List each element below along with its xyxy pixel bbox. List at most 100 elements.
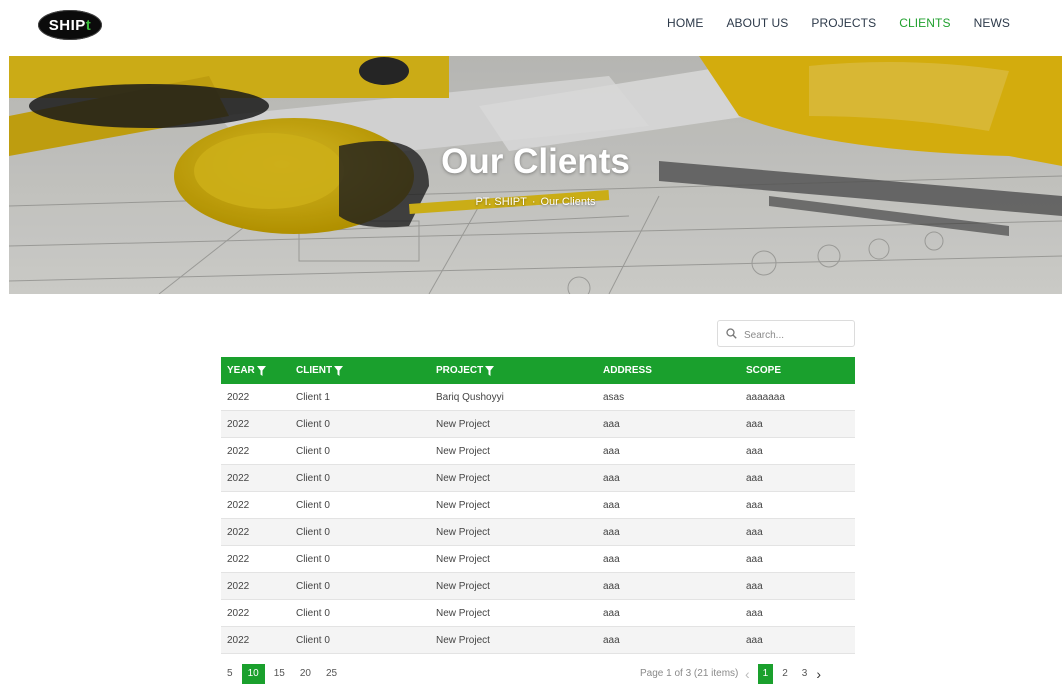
breadcrumb-current: Our Clients	[540, 196, 596, 208]
cell-client: Client 0	[296, 499, 330, 511]
page-size-option[interactable]: 20	[294, 664, 317, 684]
nav-news[interactable]: NEWS	[974, 16, 1010, 30]
site-logo[interactable]: SHIPt	[38, 10, 102, 40]
table-row[interactable]: 2022 Client 0 New Project aaa aaa	[221, 465, 855, 492]
cell-scope: aaa	[746, 580, 763, 592]
page-size-selector: 5 10 15 20 25	[221, 664, 346, 684]
page-size-option[interactable]: 25	[320, 664, 343, 684]
cell-year: 2022	[227, 634, 250, 646]
breadcrumb-home[interactable]: PT. SHIPT	[475, 196, 526, 208]
cell-address: asas	[603, 391, 625, 403]
table-row[interactable]: 2022 Client 0 New Project aaa aaa	[221, 573, 855, 600]
cell-scope: aaaaaaa	[746, 391, 785, 403]
nav-about-us[interactable]: ABOUT US	[726, 16, 788, 30]
table-row[interactable]: 2022 Client 0 New Project aaa aaa	[221, 492, 855, 519]
column-header-year[interactable]: YEAR	[221, 365, 290, 376]
cell-scope: aaa	[746, 553, 763, 565]
cell-project: New Project	[436, 553, 490, 565]
cell-address: aaa	[603, 580, 620, 592]
column-header-project[interactable]: PROJECT	[430, 365, 597, 376]
breadcrumb: PT. SHIPT · Our Clients	[9, 196, 1062, 208]
site-header: SHIPt HOME ABOUT US PROJECTS CLIENTS NEW…	[0, 0, 1062, 50]
cell-client: Client 0	[296, 418, 330, 430]
hero-banner: Our Clients PT. SHIPT · Our Clients	[9, 56, 1062, 294]
clients-table: YEAR CLIENT PROJECT ADDRESS SCOPE 2022 C…	[221, 357, 855, 654]
cell-year: 2022	[227, 553, 250, 565]
table-row[interactable]: 2022 Client 1 Bariq Qushoyyi asas aaaaaa…	[221, 384, 855, 411]
cell-year: 2022	[227, 472, 250, 484]
page-info: Page 1 of 3 (21 items)	[640, 668, 739, 679]
cell-address: aaa	[603, 472, 620, 484]
page-number[interactable]: 3	[797, 664, 813, 684]
nav-projects[interactable]: PROJECTS	[811, 16, 876, 30]
table-header: YEAR CLIENT PROJECT ADDRESS SCOPE	[221, 357, 855, 384]
table-row[interactable]: 2022 Client 0 New Project aaa aaa	[221, 519, 855, 546]
cell-year: 2022	[227, 526, 250, 538]
cell-address: aaa	[603, 634, 620, 646]
cell-address: aaa	[603, 526, 620, 538]
cell-project: New Project	[436, 634, 490, 646]
chevron-right-icon[interactable]: ›	[812, 664, 825, 684]
cell-project: Bariq Qushoyyi	[436, 391, 504, 403]
filter-icon[interactable]	[256, 365, 266, 376]
chevron-left-icon[interactable]: ‹	[741, 664, 754, 684]
cell-year: 2022	[227, 391, 250, 403]
breadcrumb-separator: ·	[531, 196, 536, 208]
cell-project: New Project	[436, 580, 490, 592]
page-title: Our Clients	[441, 142, 630, 181]
table-row[interactable]: 2022 Client 0 New Project aaa aaa	[221, 627, 855, 654]
cell-client: Client 0	[296, 445, 330, 457]
page-size-option[interactable]: 5	[221, 664, 239, 684]
cell-year: 2022	[227, 445, 250, 457]
search-input[interactable]	[742, 325, 852, 345]
cell-scope: aaa	[746, 418, 763, 430]
page-navigation: ‹ 1 2 3 ›	[741, 664, 825, 684]
table-body: 2022 Client 1 Bariq Qushoyyi asas aaaaaa…	[221, 384, 855, 654]
cell-client: Client 0	[296, 472, 330, 484]
cell-project: New Project	[436, 418, 490, 430]
cell-scope: aaa	[746, 526, 763, 538]
cell-year: 2022	[227, 607, 250, 619]
cell-scope: aaa	[746, 445, 763, 457]
cell-client: Client 0	[296, 580, 330, 592]
nav-clients[interactable]: CLIENTS	[899, 16, 950, 30]
cell-project: New Project	[436, 499, 490, 511]
cell-scope: aaa	[746, 472, 763, 484]
filter-icon[interactable]	[485, 365, 495, 376]
cell-address: aaa	[603, 445, 620, 457]
column-header-client[interactable]: CLIENT	[290, 365, 430, 376]
logo-text: SHIPt	[48, 16, 92, 34]
cell-project: New Project	[436, 472, 490, 484]
page-size-option[interactable]: 15	[268, 664, 291, 684]
nav-home[interactable]: HOME	[667, 16, 703, 30]
cell-address: aaa	[603, 418, 620, 430]
table-pager: 5 10 15 20 25 Page 1 of 3 (21 items) ‹ 1…	[221, 664, 855, 684]
cell-scope: aaa	[746, 634, 763, 646]
search-box[interactable]	[717, 320, 855, 347]
cell-client: Client 0	[296, 607, 330, 619]
cell-project: New Project	[436, 445, 490, 457]
column-header-scope[interactable]: SCOPE	[740, 365, 855, 376]
cell-project: New Project	[436, 526, 490, 538]
cell-client: Client 0	[296, 553, 330, 565]
cell-address: aaa	[603, 499, 620, 511]
column-header-address[interactable]: ADDRESS	[597, 365, 740, 376]
cell-year: 2022	[227, 580, 250, 592]
cell-project: New Project	[436, 607, 490, 619]
page-number-current[interactable]: 1	[757, 664, 774, 684]
main-nav: HOME ABOUT US PROJECTS CLIENTS NEWS	[644, 16, 1010, 30]
cell-address: aaa	[603, 553, 620, 565]
table-row[interactable]: 2022 Client 0 New Project aaa aaa	[221, 438, 855, 465]
table-row[interactable]: 2022 Client 0 New Project aaa aaa	[221, 411, 855, 438]
page-number[interactable]: 2	[777, 664, 793, 684]
cell-client: Client 1	[296, 391, 330, 403]
cell-scope: aaa	[746, 499, 763, 511]
table-row[interactable]: 2022 Client 0 New Project aaa aaa	[221, 546, 855, 573]
cell-scope: aaa	[746, 607, 763, 619]
page-size-option-selected[interactable]: 10	[241, 664, 265, 684]
cell-year: 2022	[227, 499, 250, 511]
filter-icon[interactable]	[334, 365, 344, 376]
search-icon	[726, 328, 737, 339]
cell-client: Client 0	[296, 634, 330, 646]
table-row[interactable]: 2022 Client 0 New Project aaa aaa	[221, 600, 855, 627]
